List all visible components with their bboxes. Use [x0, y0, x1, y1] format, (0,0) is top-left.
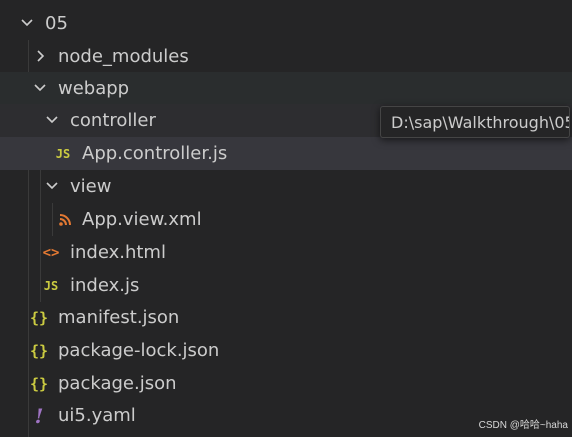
watermark: CSDN @哈哈~haha [478, 420, 568, 431]
tree-item-label: package-lock.json [58, 340, 220, 361]
chevron-down-icon [42, 170, 62, 203]
xml-rss-icon [54, 203, 76, 236]
tree-item-label: ui5.yaml [58, 405, 136, 426]
tree-item-label: App.controller.js [82, 143, 228, 164]
json-file-icon: {} [29, 308, 49, 327]
tree-row-node-modules[interactable]: node_modules [0, 40, 572, 73]
tree-item-label: index.html [70, 242, 166, 263]
tree-row-root[interactable]: 05 [0, 7, 572, 40]
tree-row-app-controller-js[interactable]: JS App.controller.js [0, 137, 572, 170]
tree-row-index-html[interactable]: <> index.html [0, 236, 572, 269]
chevron-down-icon [17, 7, 37, 40]
yaml-file-icon: ! [34, 403, 44, 428]
html-file-icon: <> [42, 244, 60, 261]
chevron-right-icon [30, 40, 50, 73]
tree-row-webapp[interactable]: webapp [0, 72, 572, 105]
tree-item-label: 05 [45, 13, 68, 34]
tree-row-manifest-json[interactable]: {} manifest.json [0, 301, 572, 334]
tree-item-label: webapp [58, 78, 130, 99]
json-file-icon: {} [29, 341, 49, 360]
tree-row-index-js[interactable]: JS index.js [0, 269, 572, 302]
tree-row-app-view-xml[interactable]: App.view.xml [0, 203, 572, 236]
tree-item-label: package.json [58, 373, 177, 394]
tree-row-package-json[interactable]: {} package.json [0, 367, 572, 400]
tree-row-view[interactable]: view [0, 170, 572, 203]
tree-item-label: node_modules [58, 46, 189, 67]
tree-item-label: index.js [70, 275, 140, 296]
chevron-down-icon [30, 72, 50, 105]
tree-item-label: controller [70, 110, 156, 131]
tree-item-label: view [70, 176, 112, 197]
tree-item-label: App.view.xml [82, 209, 202, 230]
json-file-icon: {} [29, 374, 49, 393]
tree-row-package-lock-json[interactable]: {} package-lock.json [0, 334, 572, 367]
chevron-down-icon [42, 104, 62, 137]
path-tooltip: D:\sap\Walkthrough\05 [380, 106, 570, 138]
javascript-file-icon: JS [43, 278, 59, 293]
javascript-file-icon: JS [55, 146, 71, 161]
tree-item-label: manifest.json [58, 307, 180, 328]
file-explorer-tree: 05 node_modules webapp controller JS App… [0, 0, 572, 437]
